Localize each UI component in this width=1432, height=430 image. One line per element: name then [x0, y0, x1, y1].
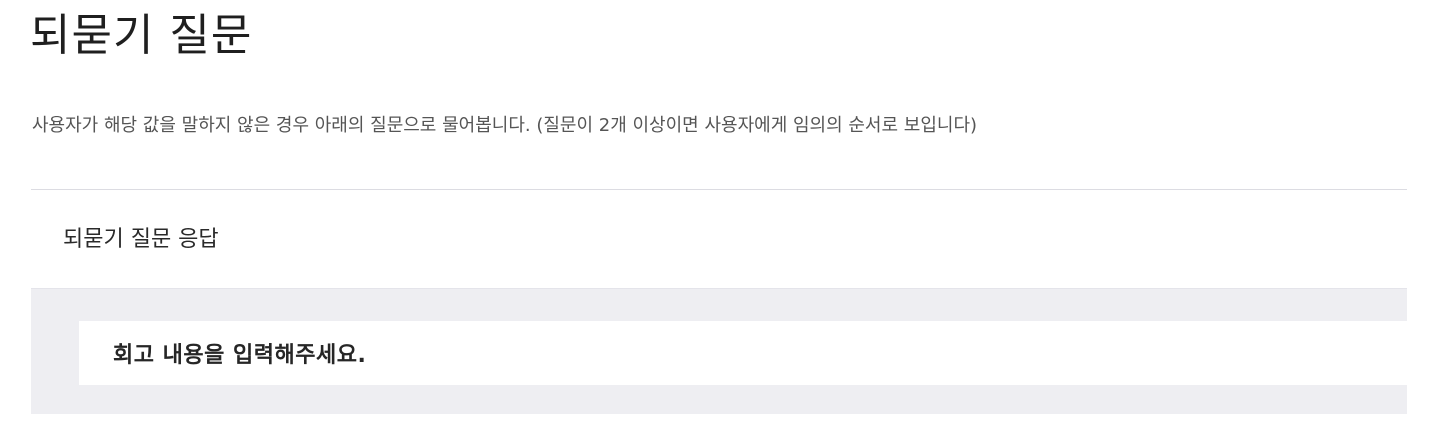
response-text: 회고 내용을 입력해주세요. [113, 343, 367, 368]
panel-header: 되묻기 질문 응답 [31, 190, 1407, 289]
page-title: 되묻기 질문 [30, 10, 253, 61]
response-list: 회고 내용을 입력해주세요. [31, 289, 1407, 414]
reask-response-panel: 되묻기 질문 응답 회고 내용을 입력해주세요. [31, 189, 1407, 414]
page-description: 사용자가 해당 값을 말하지 않은 경우 아래의 질문으로 물어봅니다. (질문… [32, 115, 978, 136]
panel-title: 되묻기 질문 응답 [63, 227, 219, 252]
reask-question-section: 되묻기 질문 사용자가 해당 값을 말하지 않은 경우 아래의 질문으로 물어봅… [0, 0, 1432, 430]
response-item[interactable]: 회고 내용을 입력해주세요. [79, 321, 1407, 385]
